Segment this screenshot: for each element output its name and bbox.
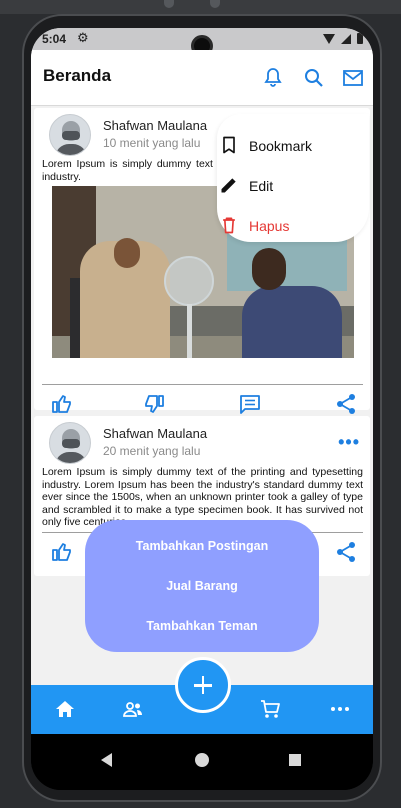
avatar-mask — [62, 131, 80, 140]
avatar[interactable] — [49, 114, 91, 156]
add-post-button[interactable]: Tambahkan Postingan — [85, 539, 319, 553]
post-time: 10 menit yang lalu — [103, 136, 201, 150]
menu-item-bookmark[interactable]: Bookmark — [223, 136, 313, 154]
add-fab-button[interactable] — [175, 657, 231, 713]
menu-item-edit[interactable]: Edit — [221, 178, 274, 194]
mail-icon[interactable] — [341, 66, 365, 90]
post-author[interactable]: Shafwan Maulana — [103, 118, 207, 133]
app-bar: Beranda — [31, 50, 373, 106]
bell-icon[interactable] — [261, 66, 285, 90]
post-author[interactable]: Shafwan Maulana — [103, 426, 207, 441]
menu-item-delete[interactable]: Hapus — [223, 217, 290, 234]
system-navigation-bar — [31, 734, 373, 790]
more-options-icon[interactable]: ••• — [338, 432, 360, 453]
home-circle-icon[interactable] — [195, 753, 209, 767]
menu-item-label: Edit — [249, 178, 274, 194]
settings-gear-icon: ⚙ — [77, 30, 89, 45]
signal-icon — [341, 33, 351, 44]
app-screen: 5:04 ⚙ Beranda Shafwan Maulana 10 menit … — [31, 28, 373, 734]
recent-apps-icon[interactable] — [289, 754, 301, 766]
status-icons — [323, 33, 363, 44]
window-control — [164, 0, 174, 8]
share-icon[interactable] — [334, 540, 358, 564]
menu-item-label: Bookmark — [249, 138, 313, 154]
window-control — [210, 0, 220, 8]
home-icon[interactable] — [53, 697, 77, 721]
menu-item-label: Hapus — [249, 218, 290, 234]
post-options-menu: Bookmark Edit Hapus — [217, 114, 369, 242]
battery-icon — [357, 33, 363, 44]
photo-person-right-head — [252, 248, 286, 290]
post-time: 20 menit yang lalu — [103, 444, 201, 458]
thumb-down-icon[interactable] — [142, 392, 166, 416]
fab-action-menu: Tambahkan Postingan Jual Barang Tambahka… — [85, 520, 319, 652]
photo-person-right — [242, 286, 342, 358]
window-top-bar — [0, 0, 401, 14]
comment-icon[interactable] — [238, 392, 262, 416]
device-screen: 5:04 ⚙ Beranda Shafwan Maulana 10 menit … — [31, 28, 373, 790]
bookmark-icon — [223, 136, 235, 154]
thumb-up-icon[interactable] — [50, 392, 74, 416]
page-title: Beranda — [43, 66, 112, 85]
trash-icon — [223, 217, 235, 234]
more-icon[interactable] — [328, 697, 352, 721]
share-icon[interactable] — [334, 392, 358, 416]
photo-person-left-head — [114, 238, 140, 268]
avatar-body — [55, 144, 87, 155]
photo-fan-pole — [187, 304, 192, 358]
add-icon — [201, 676, 205, 694]
search-icon[interactable] — [302, 66, 326, 90]
thumb-up-icon[interactable] — [50, 540, 74, 564]
wifi-icon — [323, 33, 335, 44]
add-friend-button[interactable]: Tambahkan Teman — [85, 619, 319, 633]
avatar-body — [55, 452, 87, 463]
cart-icon[interactable] — [258, 697, 282, 721]
photo-fan — [164, 256, 214, 306]
divider — [42, 384, 363, 385]
avatar[interactable] — [49, 422, 91, 464]
avatar-mask — [62, 439, 80, 448]
sell-item-button[interactable]: Jual Barang — [85, 579, 319, 593]
pencil-icon — [221, 178, 236, 193]
friends-icon[interactable] — [121, 697, 145, 721]
status-time: 5:04 — [42, 32, 67, 46]
back-icon[interactable] — [101, 753, 112, 767]
